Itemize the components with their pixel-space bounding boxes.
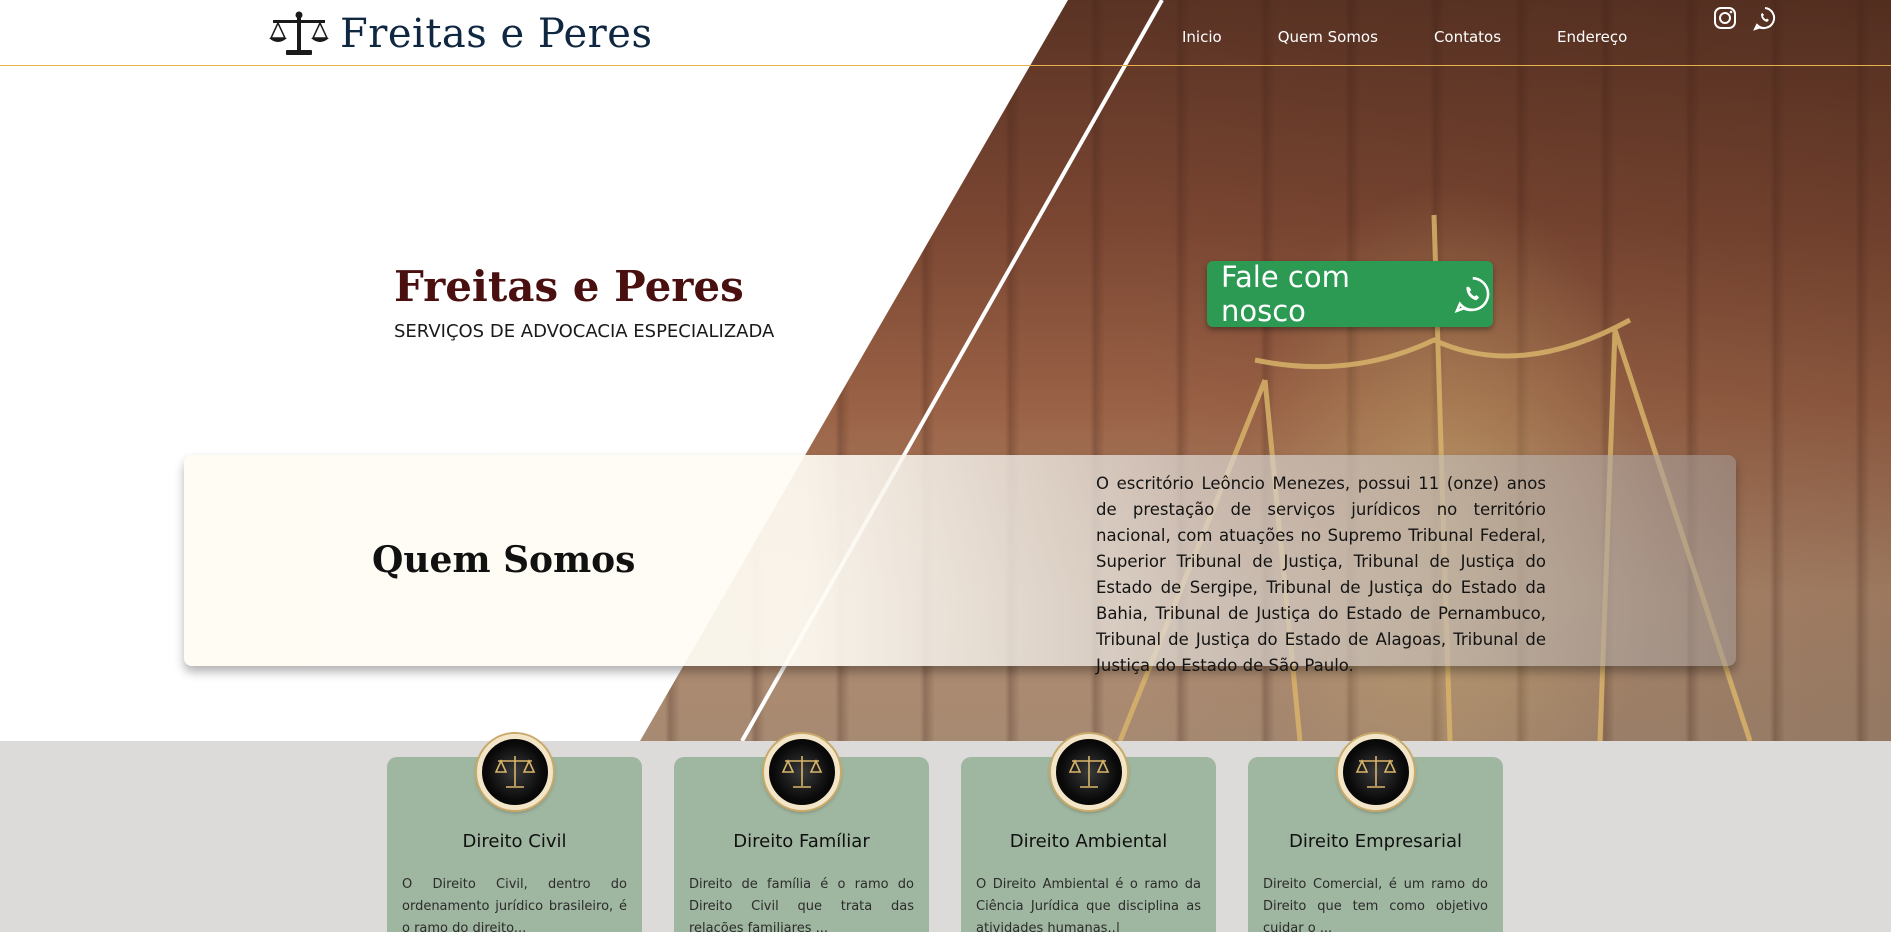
service-text: Direito de família é o ramo do Direito C… xyxy=(689,877,914,932)
scales-badge-icon xyxy=(764,734,840,810)
main-nav: Inicio Quem Somos Contatos Endereço xyxy=(1182,28,1627,46)
site-header: Freitas e Peres Inicio Quem Somos Contat… xyxy=(0,0,1891,66)
contact-whatsapp-button[interactable]: Fale com nosco xyxy=(1207,260,1493,328)
social-links xyxy=(1712,5,1778,31)
whatsapp-icon xyxy=(1455,276,1490,314)
nav-item-quem-somos[interactable]: Quem Somos xyxy=(1278,28,1378,46)
scales-badge-icon xyxy=(1338,734,1414,810)
service-title: Direito Ambiental xyxy=(1009,831,1168,852)
nav-item-endereco[interactable]: Endereço xyxy=(1557,28,1627,46)
instagram-icon[interactable] xyxy=(1712,5,1738,31)
service-card-direito-ambiental[interactable]: Direito Ambiental O Direito Ambiental é … xyxy=(961,734,1216,932)
services-section xyxy=(0,741,1891,932)
scales-of-justice-icon xyxy=(269,11,329,55)
service-card-direito-familiar[interactable]: Direito Famíliar Direito de família é o … xyxy=(674,734,929,932)
service-card-direito-empresarial[interactable]: Direito Empresarial Direito Comercial, é… xyxy=(1248,734,1503,932)
service-card-direito-civil[interactable]: Direito Civil O Direito Civil, dentro do… xyxy=(387,734,642,932)
nav-item-inicio[interactable]: Inicio xyxy=(1182,28,1222,46)
site-logo[interactable]: Freitas e Peres xyxy=(268,10,653,58)
whatsapp-icon[interactable] xyxy=(1752,5,1778,31)
cta-label: Fale com nosco xyxy=(1221,260,1350,328)
nav-item-contatos[interactable]: Contatos xyxy=(1434,28,1501,46)
about-card: Quem Somos O escritório Leôncio Menezes,… xyxy=(184,455,1736,675)
about-text: O escritório Leôncio Menezes, possui 11 … xyxy=(1096,474,1546,675)
logo-text: Freitas e Peres xyxy=(340,11,653,57)
scales-badge-icon xyxy=(477,734,553,810)
service-title: Direito Famíliar xyxy=(733,831,870,852)
scales-badge-icon xyxy=(1051,734,1127,810)
service-text: Direito Comercial, é um ramo do Direito … xyxy=(1263,877,1488,932)
hero-subtitle: SERVIÇOS DE ADVOCACIA ESPECIALIZADA xyxy=(394,321,775,342)
about-title: Quem Somos xyxy=(372,539,636,581)
service-title: Direito Empresarial xyxy=(1289,831,1462,852)
service-text: O Direito Ambiental é o ramo da Ciência … xyxy=(976,877,1201,932)
service-title: Direito Civil xyxy=(462,831,567,852)
hero-title: Freitas e Peres xyxy=(394,262,744,311)
service-text: O Direito Civil, dentro do ordenamento j… xyxy=(402,877,627,932)
